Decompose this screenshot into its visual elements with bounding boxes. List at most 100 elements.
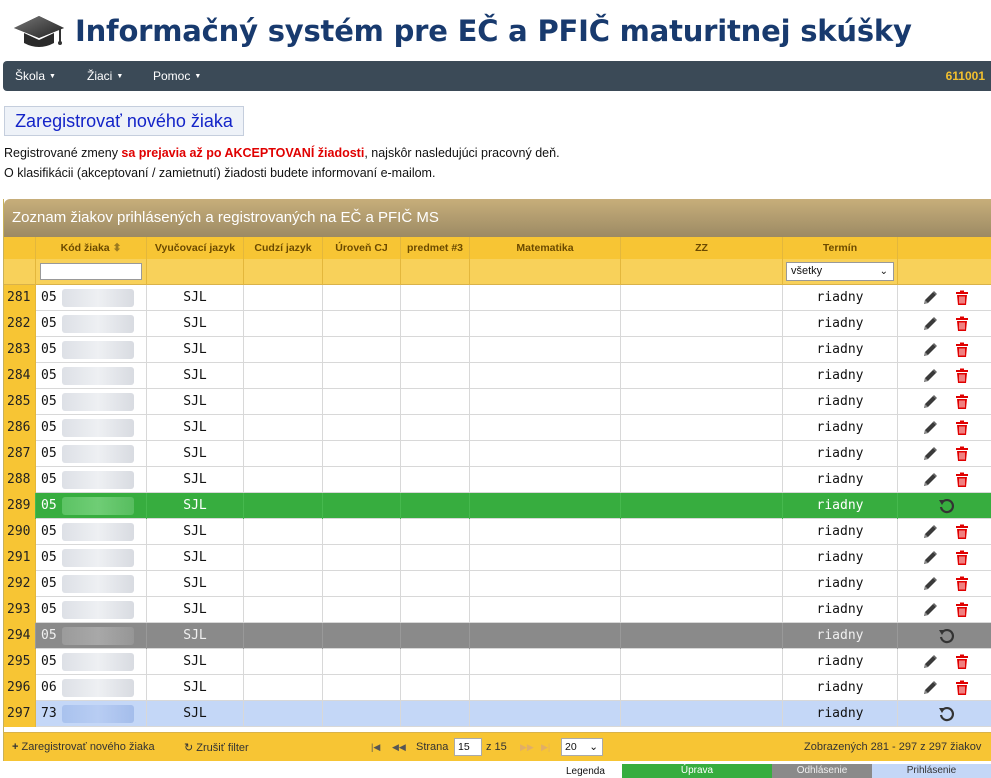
column-header-student-code[interactable]: Kód žiaka ⬍ [36, 237, 147, 259]
actions-cell [898, 649, 991, 675]
edit-pencil-icon[interactable] [922, 420, 938, 436]
term-filter-select[interactable]: všetky ⌄ [786, 262, 894, 281]
students-grid: Zoznam žiakov prihlásených a registrovan… [3, 199, 991, 761]
last-page-icon[interactable]: ▶| [541, 742, 550, 753]
edit-pencil-icon[interactable] [922, 680, 938, 696]
nav-menu-students[interactable]: Žiaci ▼ [87, 69, 123, 83]
edit-pencil-icon[interactable] [922, 316, 938, 332]
delete-trash-icon[interactable] [954, 576, 970, 592]
redacted-code [62, 289, 134, 307]
table-row[interactable]: 285 05 SJL riadny [4, 389, 991, 415]
student-code-filter-input[interactable] [40, 263, 142, 280]
edit-pencil-icon[interactable] [922, 446, 938, 462]
column-header-teaching-language[interactable]: Vyučovací jazyk [147, 237, 244, 259]
graduation-cap-icon [14, 16, 64, 47]
delete-trash-icon[interactable] [954, 602, 970, 618]
table-row[interactable]: 284 05 SJL riadny [4, 363, 991, 389]
caret-down-icon: ▼ [116, 73, 124, 80]
edit-pencil-icon[interactable] [922, 342, 938, 358]
redacted-code [62, 679, 134, 697]
student-code-cell-text: 05 [41, 368, 57, 383]
subject-3-cell [401, 597, 470, 623]
prev-page-icon[interactable]: ◀◀ [392, 742, 406, 753]
undo-icon[interactable] [938, 498, 955, 514]
nav-menu-help[interactable]: Pomoc ▼ [153, 69, 201, 83]
pager-add-student[interactable]: + Zaregistrovať nového žiaka [12, 741, 155, 753]
edit-pencil-icon[interactable] [922, 654, 938, 670]
table-row[interactable]: 294 05 SJL riadny [4, 623, 991, 649]
undo-icon[interactable] [938, 706, 955, 722]
edit-pencil-icon[interactable] [922, 368, 938, 384]
term-cell: riadny [783, 389, 898, 415]
delete-trash-icon[interactable] [954, 342, 970, 358]
table-row[interactable]: 293 05 SJL riadny [4, 597, 991, 623]
delete-trash-icon[interactable] [954, 524, 970, 540]
delete-trash-icon[interactable] [954, 446, 970, 462]
zz-cell [621, 363, 783, 389]
column-header-foreign-language[interactable]: Cudzí jazyk [244, 237, 323, 259]
delete-trash-icon[interactable] [954, 680, 970, 696]
edit-pencil-icon[interactable] [922, 550, 938, 566]
zz-cell [621, 415, 783, 441]
subject-3-cell [401, 675, 470, 701]
column-header-level[interactable]: Úroveň CJ [323, 237, 401, 259]
teaching-language-cell: SJL [147, 571, 244, 597]
page-number-input[interactable]: 15 [454, 738, 482, 756]
edit-pencil-icon[interactable] [922, 394, 938, 410]
delete-trash-icon[interactable] [954, 420, 970, 436]
teaching-language-cell: SJL [147, 311, 244, 337]
column-header-term[interactable]: Termín [783, 237, 898, 259]
table-row[interactable]: 281 05 SJL riadny [4, 285, 991, 311]
edit-pencil-icon[interactable] [922, 290, 938, 306]
teaching-language-cell-text: SJL [183, 290, 207, 305]
term-cell: riadny [783, 571, 898, 597]
edit-pencil-icon[interactable] [922, 602, 938, 618]
delete-trash-icon[interactable] [954, 290, 970, 306]
column-header-zz[interactable]: ZZ [621, 237, 783, 259]
student-code-cell-text: 73 [41, 706, 57, 721]
register-student-button[interactable]: Zaregistrovať nového žiaka [4, 106, 244, 136]
edit-pencil-icon[interactable] [922, 576, 938, 592]
table-row[interactable]: 286 05 SJL riadny [4, 415, 991, 441]
next-page-icon[interactable]: ▶▶ [520, 742, 534, 753]
table-row[interactable]: 289 05 SJL riadny [4, 493, 991, 519]
edit-pencil-icon[interactable] [922, 472, 938, 488]
first-page-icon[interactable]: |◀ [371, 742, 380, 753]
table-row[interactable]: 290 05 SJL riadny [4, 519, 991, 545]
table-row[interactable]: 282 05 SJL riadny [4, 311, 991, 337]
edit-pencil-icon[interactable] [922, 524, 938, 540]
term-cell: riadny [783, 337, 898, 363]
column-header-math[interactable]: Matematika [470, 237, 621, 259]
table-row[interactable]: 296 06 SJL riadny [4, 675, 991, 701]
row-number: 282 [4, 311, 36, 337]
table-row[interactable]: 288 05 SJL riadny [4, 467, 991, 493]
table-row[interactable]: 283 05 SJL riadny [4, 337, 991, 363]
foreign-language-cell [244, 493, 323, 519]
delete-trash-icon[interactable] [954, 394, 970, 410]
delete-trash-icon[interactable] [954, 472, 970, 488]
delete-trash-icon[interactable] [954, 654, 970, 670]
table-row[interactable]: 295 05 SJL riadny [4, 649, 991, 675]
subject-3-cell [401, 649, 470, 675]
page-size-select[interactable]: 20 ⌄ [561, 738, 603, 756]
delete-trash-icon[interactable] [954, 316, 970, 332]
actions-cell [898, 701, 991, 727]
student-code-cell: 05 [36, 545, 147, 571]
pager-clear-filter[interactable]: ↻ Zrušiť filter [184, 741, 249, 754]
delete-trash-icon[interactable] [954, 550, 970, 566]
table-row[interactable]: 297 73 SJL riadny [4, 701, 991, 727]
term-cell-text: riadny [816, 680, 864, 695]
teaching-language-cell-text: SJL [183, 576, 207, 591]
actions-cell [898, 389, 991, 415]
table-row[interactable]: 287 05 SJL riadny [4, 441, 991, 467]
term-cell-text: riadny [816, 368, 864, 383]
undo-icon[interactable] [938, 628, 955, 644]
column-header-subject-3[interactable]: predmet #3 [401, 237, 470, 259]
delete-trash-icon[interactable] [954, 368, 970, 384]
table-row[interactable]: 291 05 SJL riadny [4, 545, 991, 571]
legend-unregister: Odhlásenie [772, 764, 872, 778]
nav-menu-school[interactable]: Škola ▼ [15, 69, 56, 83]
math-cell [470, 623, 621, 649]
teaching-language-cell-text: SJL [183, 368, 207, 383]
table-row[interactable]: 292 05 SJL riadny [4, 571, 991, 597]
